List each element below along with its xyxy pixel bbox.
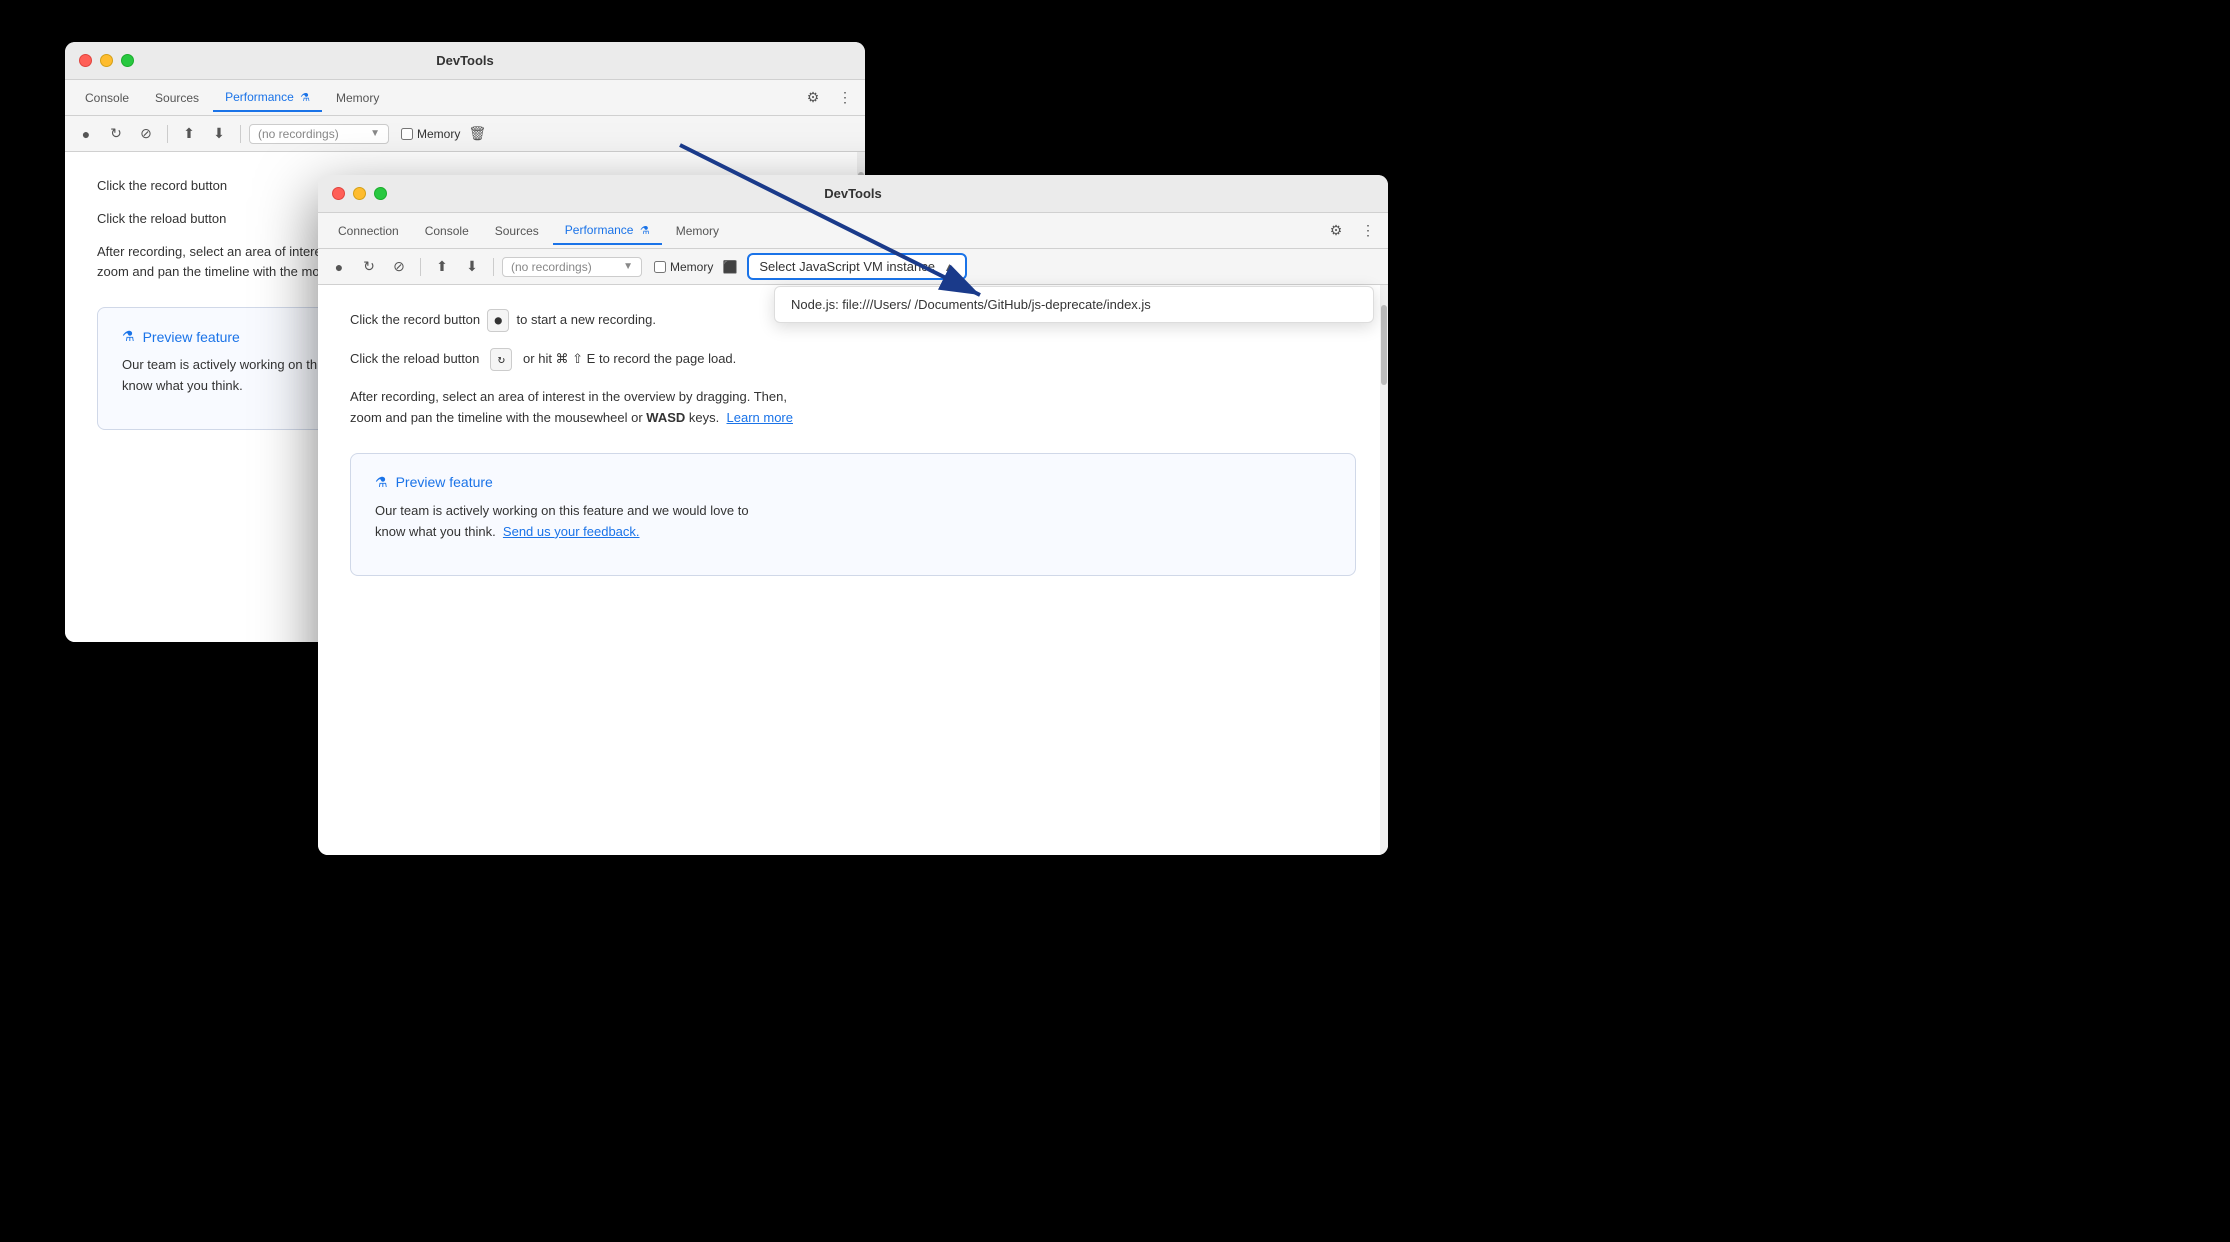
tab-bar-actions-fg: ⚙ ⋮ <box>1324 219 1380 243</box>
close-button-bg[interactable] <box>79 54 92 67</box>
window-title-bg: DevTools <box>436 53 494 68</box>
tab-bar-actions-bg: ⚙ ⋮ <box>801 86 857 110</box>
tab-memory-fg[interactable]: Memory <box>664 218 731 244</box>
traffic-lights-fg <box>332 187 387 200</box>
reload-kbd: ↻ <box>490 348 512 371</box>
separator-2-fg <box>493 258 494 276</box>
maximize-button-fg[interactable] <box>374 187 387 200</box>
scrollbar-fg[interactable] <box>1380 285 1388 855</box>
vm-selector[interactable]: Select JavaScript VM instance ▲ <box>747 253 967 280</box>
tab-performance-bg[interactable]: Performance ⚗ <box>213 84 322 112</box>
tab-sources-bg[interactable]: Sources <box>143 85 211 111</box>
preview-title-fg: ⚗ Preview feature <box>375 474 1331 491</box>
traffic-lights-bg <box>79 54 134 67</box>
preview-text-fg: Our team is actively working on this fea… <box>375 501 1331 543</box>
recordings-dropdown-fg[interactable]: (no recordings) ▼ <box>502 257 642 277</box>
memory-label-bg: Memory <box>417 127 460 141</box>
cancel-button-fg[interactable]: ⊘ <box>386 254 412 280</box>
flask-icon-fg: ⚗ <box>375 474 388 491</box>
learn-more-link[interactable]: Learn more <box>727 410 793 425</box>
window-title-fg: DevTools <box>824 186 882 201</box>
close-button-fg[interactable] <box>332 187 345 200</box>
cpu-icon-fg[interactable]: ⬛ <box>717 254 743 280</box>
cancel-button-bg[interactable]: ⊘ <box>133 121 159 147</box>
tab-bar-fg: Connection Console Sources Performance ⚗… <box>318 213 1388 249</box>
no-recordings-label-bg: (no recordings) <box>258 127 339 141</box>
recordings-dropdown-bg[interactable]: (no recordings) ▼ <box>249 124 389 144</box>
performance-icon-bg: ⚗ <box>300 91 310 104</box>
title-bar-bg: DevTools <box>65 42 865 80</box>
tab-connection-fg[interactable]: Connection <box>326 218 411 244</box>
memory-checkbox-input-fg[interactable] <box>654 261 666 273</box>
refresh-button-fg[interactable]: ↻ <box>356 254 382 280</box>
separator-1-bg <box>167 125 168 143</box>
maximize-button-bg[interactable] <box>121 54 134 67</box>
send-feedback-link[interactable]: Send us your feedback. <box>503 524 640 539</box>
tab-memory-bg[interactable]: Memory <box>324 85 391 111</box>
more-icon-fg[interactable]: ⋮ <box>1356 219 1380 243</box>
flask-icon-bg: ⚗ <box>122 328 135 345</box>
upload-button-fg[interactable]: ⬆ <box>429 254 455 280</box>
performance-icon-fg: ⚗ <box>640 224 650 237</box>
minimize-button-bg[interactable] <box>100 54 113 67</box>
trash-button-bg[interactable]: 🗑 <box>464 121 490 147</box>
separator-2-bg <box>240 125 241 143</box>
memory-checkbox-input-bg[interactable] <box>401 128 413 140</box>
download-button-bg[interactable]: ⬇ <box>206 121 232 147</box>
dropdown-arrow-fg: ▼ <box>623 261 633 272</box>
refresh-button-bg[interactable]: ↻ <box>103 121 129 147</box>
toolbar-fg: ● ↻ ⊘ ⬆ ⬇ (no recordings) ▼ Memory ⬛ Sel… <box>318 249 1388 285</box>
scrollbar-thumb-fg[interactable] <box>1381 305 1387 385</box>
click-reload-text-fg: Click the reload button ↻ or hit ⌘ ⇧ E t… <box>350 348 1356 371</box>
upload-button-bg[interactable]: ⬆ <box>176 121 202 147</box>
content-area-fg: Click the record button ● to start a new… <box>318 285 1388 855</box>
vm-dropdown-item[interactable]: Node.js: file:///Users/ /Documents/GitHu… <box>775 287 1373 322</box>
separator-1-fg <box>420 258 421 276</box>
memory-label-fg: Memory <box>670 260 713 274</box>
no-recordings-label-fg: (no recordings) <box>511 260 592 274</box>
gear-icon-bg[interactable]: ⚙ <box>801 86 825 110</box>
tab-console-bg[interactable]: Console <box>73 85 141 111</box>
vm-selector-label: Select JavaScript VM instance <box>759 259 935 274</box>
record-button-bg[interactable]: ● <box>73 121 99 147</box>
memory-checkbox-fg[interactable]: Memory <box>654 260 713 274</box>
download-button-fg[interactable]: ⬇ <box>459 254 485 280</box>
toolbar-bg: ● ↻ ⊘ ⬆ ⬇ (no recordings) ▼ Memory 🗑 <box>65 116 865 152</box>
vm-arrow-icon: ▲ <box>943 260 955 274</box>
gear-icon-fg[interactable]: ⚙ <box>1324 219 1348 243</box>
tab-performance-fg[interactable]: Performance ⚗ <box>553 217 662 245</box>
tab-sources-fg[interactable]: Sources <box>483 218 551 244</box>
minimize-button-fg[interactable] <box>353 187 366 200</box>
tab-console-fg[interactable]: Console <box>413 218 481 244</box>
after-recording-text-fg: After recording, select an area of inter… <box>350 387 1356 429</box>
dropdown-arrow-bg: ▼ <box>370 128 380 139</box>
record-button-fg[interactable]: ● <box>326 254 352 280</box>
preview-feature-box-fg: ⚗ Preview feature Our team is actively w… <box>350 453 1356 576</box>
more-icon-bg[interactable]: ⋮ <box>833 86 857 110</box>
devtools-window-foreground: DevTools Connection Console Sources Perf… <box>318 175 1388 855</box>
tab-bar-bg: Console Sources Performance ⚗ Memory ⚙ ⋮ <box>65 80 865 116</box>
memory-checkbox-bg[interactable]: Memory <box>401 127 460 141</box>
record-kbd: ● <box>487 309 509 332</box>
title-bar-fg: DevTools <box>318 175 1388 213</box>
vm-dropdown: Node.js: file:///Users/ /Documents/GitHu… <box>774 286 1374 323</box>
